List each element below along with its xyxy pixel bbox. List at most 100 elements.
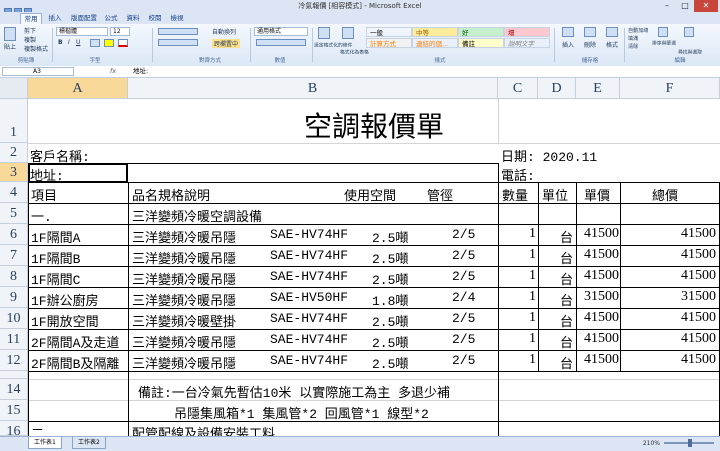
cell-model: SAE-HV74HF — [270, 248, 349, 263]
style-bad[interactable]: 壞 — [504, 27, 550, 37]
style-explanatory[interactable]: 說明文字 — [504, 38, 550, 48]
tab-page-layout[interactable]: 版面配置 — [68, 13, 100, 24]
wrap-text-button[interactable]: 自動換列 — [212, 27, 236, 36]
cell-pipe: 2/5 — [452, 248, 476, 263]
cell-model: SAE-HV74HF — [270, 227, 349, 242]
tab-home[interactable]: 常用 — [20, 13, 42, 24]
separator — [250, 28, 251, 62]
column-header-d[interactable]: D — [538, 78, 576, 99]
row-header[interactable]: 7 — [0, 245, 28, 266]
style-good[interactable]: 好 — [458, 27, 504, 37]
formula-input[interactable]: 地址: — [133, 66, 148, 77]
tab-review[interactable]: 校閱 — [146, 13, 164, 24]
minimize-button[interactable]: – — [658, 0, 676, 12]
maximize-button[interactable]: □ — [676, 0, 694, 12]
row-header[interactable]: 3 — [0, 163, 28, 182]
insert-cells-button[interactable]: 插入 — [562, 40, 574, 49]
format-painter-button[interactable]: 複製格式 — [24, 44, 48, 53]
row-header[interactable]: 16 — [0, 421, 28, 436]
cell-price: 41500 — [584, 352, 619, 367]
paste-icon[interactable] — [4, 27, 16, 41]
row-header[interactable]: 8 — [0, 266, 28, 287]
separator — [554, 28, 555, 62]
format-as-table-button[interactable]: 格式化為表格 — [340, 48, 369, 56]
fx-icon[interactable]: fx — [110, 66, 116, 77]
tab-data[interactable]: 資料 — [124, 13, 142, 24]
column-header-f[interactable]: F — [620, 78, 720, 99]
cell-qty: 1 — [529, 268, 536, 283]
cell-qty: 1 — [529, 289, 536, 304]
cell-qty: 1 — [529, 310, 536, 325]
delete-cells-icon[interactable] — [584, 27, 596, 37]
conditional-format-icon[interactable] — [318, 27, 330, 39]
delete-cells-button[interactable]: 刪除 — [584, 40, 596, 49]
row-header[interactable]: 12 — [0, 350, 28, 371]
border-line — [128, 182, 129, 436]
cut-button[interactable]: 剪下 — [24, 26, 36, 35]
bold-button[interactable]: B — [58, 39, 63, 46]
font-name-select[interactable]: 標楷體 — [56, 27, 108, 36]
row-header[interactable]: 9 — [0, 287, 28, 308]
style-normal[interactable]: 一般 — [366, 27, 412, 37]
name-box[interactable]: A3 — [2, 67, 74, 76]
sheet-tab-2[interactable]: 工作表2 — [72, 437, 106, 449]
group-editing-label: 編輯 — [674, 58, 686, 64]
fill-button[interactable]: 填滿 — [628, 34, 638, 42]
column-header-a[interactable]: A — [28, 78, 128, 99]
row-header[interactable]: 11 — [0, 329, 28, 350]
cell-model: SAE-HV74HF — [270, 269, 349, 284]
find-select-icon[interactable] — [684, 27, 694, 37]
tab-formulas[interactable]: 公式 — [102, 13, 120, 24]
row-header[interactable]: 1 — [0, 99, 28, 143]
find-select-button[interactable]: 尋找與選取 — [678, 48, 702, 56]
sort-filter-button[interactable]: 排序與篩選 — [652, 39, 676, 47]
style-note[interactable]: 備註 — [458, 38, 504, 48]
row-header[interactable]: 5 — [0, 203, 28, 224]
tab-view[interactable]: 檢視 — [168, 13, 186, 24]
copy-button[interactable]: 複製 — [24, 35, 36, 44]
number-format-select[interactable]: 通用格式 — [254, 27, 308, 36]
insert-cells-icon[interactable] — [562, 27, 574, 37]
select-all-corner[interactable] — [0, 78, 28, 99]
number-format-buttons-icon[interactable] — [256, 39, 306, 46]
clear-button[interactable]: 清除 — [628, 42, 638, 50]
row-header[interactable] — [0, 371, 28, 379]
format-cells-button[interactable]: 格式 — [606, 40, 618, 49]
column-header-e[interactable]: E — [576, 78, 620, 99]
sheet-tab-1[interactable]: 工作表1 — [28, 437, 62, 449]
border-line — [538, 182, 539, 372]
paste-button[interactable]: 貼上 — [4, 42, 16, 51]
font-color-icon[interactable] — [118, 39, 128, 47]
row-header[interactable]: 15 — [0, 400, 28, 421]
sort-filter-icon[interactable] — [658, 27, 668, 37]
fill-color-icon[interactable] — [104, 39, 114, 47]
column-header-c[interactable]: C — [498, 78, 538, 99]
cell-capacity: 2.5噸 — [372, 273, 409, 288]
style-calculation[interactable]: 計算方式 — [366, 38, 412, 48]
merge-center-button[interactable]: 跨欄置中 — [212, 39, 241, 48]
zoom-slider-handle[interactable] — [688, 439, 692, 447]
close-button[interactable]: ✕ — [694, 0, 718, 12]
cell-unit: 台 — [560, 294, 574, 309]
borders-icon[interactable] — [90, 39, 100, 47]
italic-button[interactable]: I — [68, 39, 70, 46]
style-neutral[interactable]: 中等 — [412, 27, 458, 37]
style-linked-cell[interactable]: 連結的儲... — [412, 38, 458, 48]
cell-area: 1F隔間A — [31, 231, 81, 246]
row-header[interactable]: 10 — [0, 308, 28, 329]
underline-button[interactable]: U — [76, 39, 80, 46]
title-bar: 冷氣報價 [相容模式] - Microsoft Excel – □ ✕ — [0, 0, 720, 16]
row-header[interactable]: 4 — [0, 182, 28, 203]
row-header[interactable]: 6 — [0, 224, 28, 245]
font-size-select[interactable]: 12 — [110, 27, 130, 36]
row-header[interactable]: 2 — [0, 143, 28, 163]
align-horizontal-icon[interactable] — [158, 39, 198, 46]
tab-insert[interactable]: 插入 — [44, 13, 66, 24]
align-buttons-icon[interactable] — [158, 28, 198, 35]
worksheet-grid[interactable]: 空調報價單 客戶名稱: 日期: 2020.11 地址: 電話: 項目 品名規格說… — [28, 99, 720, 436]
autosum-button[interactable]: 自動加總 — [628, 26, 648, 34]
row-header[interactable]: 14 — [0, 379, 28, 400]
column-header-b[interactable]: B — [128, 78, 498, 99]
format-as-table-icon[interactable] — [342, 27, 354, 39]
format-cells-icon[interactable] — [606, 27, 618, 37]
